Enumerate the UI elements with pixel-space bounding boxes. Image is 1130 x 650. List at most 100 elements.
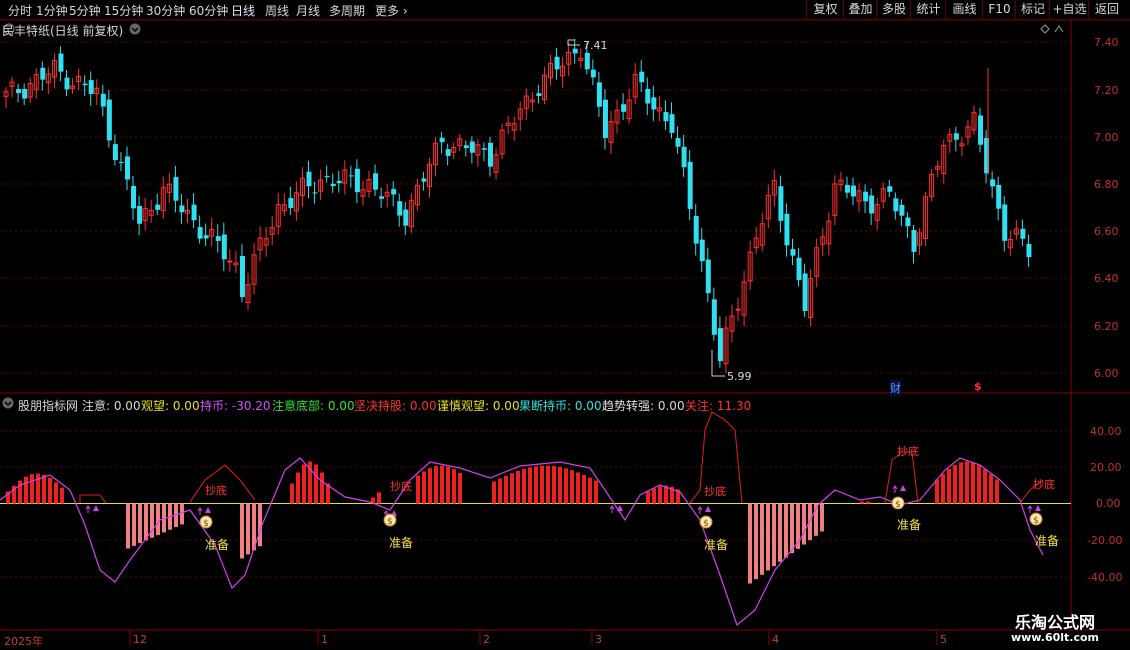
zhunbei-label: 准备 <box>897 518 922 532</box>
histogram-bar <box>594 480 598 504</box>
histogram-bar <box>802 503 806 545</box>
indicator-tick: -20.00 <box>1087 534 1123 547</box>
indicator-item-value: 11.30 <box>713 399 752 413</box>
price-tick: 7.40 <box>1094 36 1119 49</box>
indicator-item: 观望: 0.00 <box>141 397 200 414</box>
histogram-bar <box>576 472 580 504</box>
indicator-chart: $ $ $ $ $ <box>0 411 1071 627</box>
indicator-item-label: 注意: <box>82 399 111 413</box>
histogram-bar <box>24 476 28 504</box>
money-bag-glyph: $ <box>387 517 393 527</box>
price-tick: 6.80 <box>1094 178 1119 191</box>
histogram-bar <box>314 464 318 504</box>
indicator-tick: 0.00 <box>1096 497 1121 510</box>
histogram-bar <box>953 464 957 504</box>
histogram-bar <box>240 503 244 559</box>
price-tick: 7.20 <box>1094 84 1119 97</box>
histogram-bar <box>588 477 592 504</box>
indicator-name: 股朋指标网 <box>18 399 79 413</box>
watermark-title: 乐淘公式网 <box>1014 613 1095 632</box>
histogram-bar <box>977 464 981 504</box>
histogram-bar <box>504 475 508 504</box>
histogram-bar <box>748 503 752 584</box>
price-tick: 6.60 <box>1094 225 1119 238</box>
histogram-bar <box>971 462 975 504</box>
triangle-up-icon <box>900 485 906 491</box>
date-tick: 12 <box>133 633 147 646</box>
oscillator-line <box>0 457 1044 627</box>
money-bag-glyph: $ <box>203 519 209 529</box>
histogram-bar <box>246 503 250 555</box>
up-arrow-icon <box>697 506 703 514</box>
chaodi-label: 抄底 <box>205 484 227 497</box>
triangle-up-icon <box>617 505 623 511</box>
histogram-bar <box>766 503 770 571</box>
up-arrow-icon <box>892 485 898 493</box>
histogram-bar <box>510 473 514 504</box>
histogram-bar <box>570 470 574 504</box>
indicator-item: 果断持币: 0.00 <box>519 397 602 414</box>
indicator-item-value: 0.00 <box>654 399 685 413</box>
indicator-item-value: 0.00 <box>324 399 355 413</box>
histogram-bar <box>416 475 420 504</box>
money-bag-glyph: $ <box>895 500 901 510</box>
histogram-bar <box>30 474 34 504</box>
price-tick: 7.00 <box>1094 131 1119 144</box>
chaodi-label: 抄底 <box>1033 478 1055 491</box>
indicator-item-value: 0.00 <box>110 399 141 413</box>
attention-line <box>79 494 107 504</box>
indicator-item-label: 坚决持股: <box>354 399 407 413</box>
histogram-bar <box>866 501 870 504</box>
histogram-bar <box>302 464 306 504</box>
histogram-bar <box>522 468 526 504</box>
indicator-item-label: 果断持币: <box>519 399 572 413</box>
histogram-bar <box>320 472 324 504</box>
histogram-bar <box>760 503 764 575</box>
histogram-bar <box>778 503 782 562</box>
histogram-bar <box>820 503 824 532</box>
price-tick: 6.00 <box>1094 367 1119 380</box>
date-tick: 2 <box>483 633 490 646</box>
histogram-bar <box>132 503 136 546</box>
histogram-bar <box>377 492 381 504</box>
histogram-bar <box>138 503 142 544</box>
histogram-bar <box>772 503 776 567</box>
histogram-bar <box>296 472 300 504</box>
histogram-bar <box>516 470 520 504</box>
histogram-bar <box>540 465 544 504</box>
low-price-label: 5.99 <box>727 370 752 383</box>
watermark-url: www.60lt.com <box>1010 631 1100 644</box>
indicator-item: 注意: 0.00 <box>82 397 141 414</box>
histogram-bar <box>534 466 538 504</box>
indicator-item-label: 注意底部: <box>272 399 325 413</box>
date-tick: 3 <box>595 633 602 646</box>
up-arrow-icon <box>609 505 615 513</box>
histogram-bar <box>784 503 788 558</box>
histogram-bar <box>941 473 945 504</box>
zhunbei-label: 准备 <box>1035 534 1060 548</box>
histogram-bar <box>180 503 184 525</box>
indicator-tick: -40.00 <box>1087 571 1123 584</box>
financial-report-tag[interactable]: 财 <box>890 380 901 396</box>
histogram-bar <box>989 473 993 504</box>
money-bag-glyph: $ <box>703 519 709 529</box>
histogram-bar <box>546 465 550 504</box>
zhunbei-label: 准备 <box>704 538 729 552</box>
histogram-bar <box>434 466 438 504</box>
indicator-item-label: 观望: <box>141 399 170 413</box>
chaodi-label: 抄底 <box>390 480 412 493</box>
histogram-bar <box>54 482 58 504</box>
indicator-item: 关注: 11.30 <box>685 397 751 414</box>
histogram-bar <box>422 471 426 504</box>
histogram-bar <box>144 503 148 541</box>
histogram-bar <box>552 465 556 504</box>
histogram-bar <box>458 472 462 504</box>
money-bag-glyph: $ <box>1033 516 1039 526</box>
dividend-tag[interactable]: $ <box>974 380 982 393</box>
attention-line <box>884 451 919 504</box>
date-tick: 2025年 <box>4 635 43 648</box>
indicator-item-label: 持币: <box>200 399 229 413</box>
chaodi-label: 抄底 <box>704 485 726 498</box>
histogram-bar <box>995 479 999 504</box>
chart-title: 民丰特纸(日线 前复权) <box>2 24 124 38</box>
